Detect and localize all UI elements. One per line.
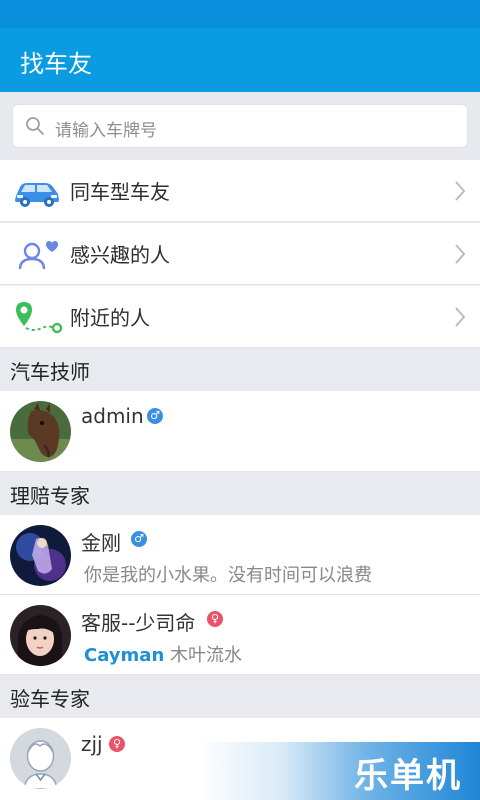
chevron-right-icon [454,306,466,332]
car-icon [12,172,60,210]
status-bar [0,0,480,28]
menu-item-label: 同车型车友 [70,180,170,204]
section-title: 验车专家 [10,687,90,711]
user-name: 客服--少司命 [81,611,196,635]
menu-item-interested-people[interactable]: 感兴趣的人 [0,223,480,285]
user-row[interactable]: 金刚 ♂ 你是我的小水果。没有时间可以浪费 [0,515,480,595]
search-input[interactable]: 请输入车牌号 [12,104,468,148]
chevron-right-icon [454,243,466,269]
title-bar: 找车友 [0,28,480,92]
location-route-icon [12,298,63,336]
chevron-right-icon [454,180,466,206]
female-icon: ♀ [109,736,125,752]
section-header: 理赔专家 [0,472,480,515]
section-title: 汽车技师 [10,360,90,384]
default-avatar-icon [10,728,71,789]
user-signature-highlight: Cayman [84,645,165,666]
section-header: 汽车技师 [0,348,480,391]
user-row[interactable]: admin ♂ [0,391,480,472]
user-signature-text: 木叶流水 [170,645,242,666]
search-area: 请输入车牌号 [0,92,480,160]
user-name: 金刚 [81,531,121,555]
male-icon: ♂ [147,408,163,424]
menu-item-label: 感兴趣的人 [70,243,170,267]
watermark-text: 乐单机 [354,756,462,796]
avatar [10,401,71,462]
avatar [10,605,71,666]
search-icon [25,116,45,140]
user-signature: Cayman 木叶流水 [84,641,242,667]
male-icon: ♂ [131,531,147,547]
person-heart-icon [12,235,60,273]
user-name: admin [81,404,144,428]
page-title: 找车友 [20,50,92,78]
watermark-logo: 乐单机 [198,742,480,800]
section-header: 验车专家 [0,675,480,718]
menu-item-label: 附近的人 [70,306,150,330]
user-name: zjj [81,732,103,756]
search-placeholder: 请输入车牌号 [55,121,157,141]
user-signature: 你是我的小水果。没有时间可以浪费 [84,565,372,586]
avatar [10,525,71,586]
female-icon: ♀ [207,611,223,627]
menu-item-same-car-model[interactable]: 同车型车友 [0,160,480,222]
menu-item-nearby-people[interactable]: 附近的人 [0,286,480,348]
user-row[interactable]: 客服--少司命 ♀ Cayman 木叶流水 [0,595,480,675]
section-title: 理赔专家 [10,484,90,508]
